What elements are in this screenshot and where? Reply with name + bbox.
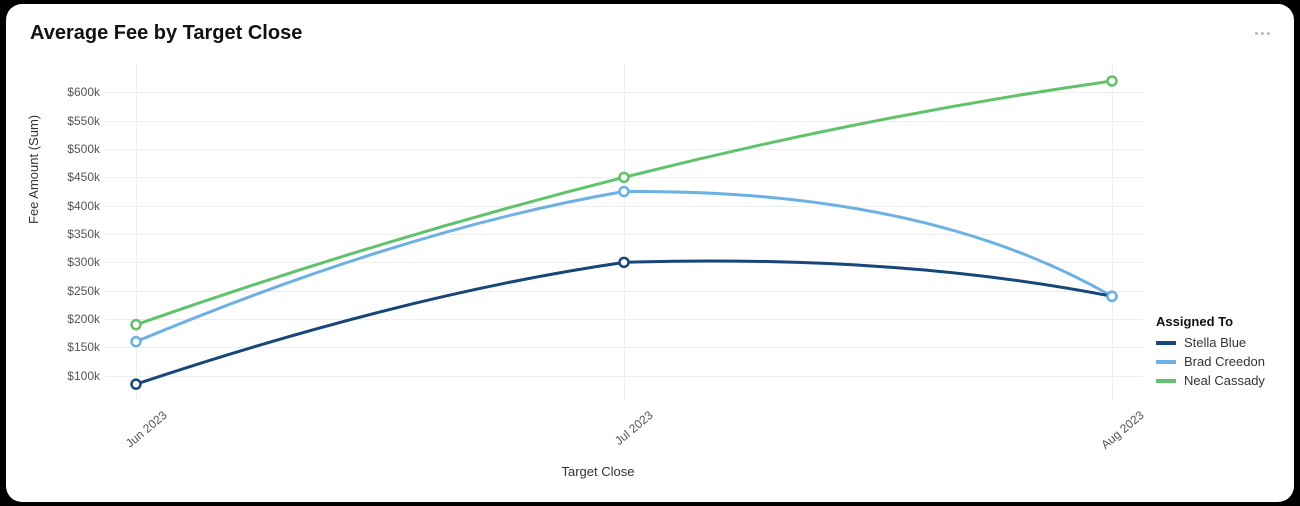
plot-area: Fee Amount (Sum) $100k $150k $200k $250k…: [54, 64, 1142, 424]
y-axis-label: Fee Amount (Sum): [26, 115, 41, 224]
legend-title: Assigned To: [1156, 314, 1265, 329]
data-point[interactable]: [620, 258, 629, 267]
legend-label: Stella Blue: [1184, 335, 1246, 350]
data-point[interactable]: [1108, 292, 1117, 301]
legend-item-brad-creedon[interactable]: Brad Creedon: [1156, 354, 1265, 369]
chart-title: Average Fee by Target Close: [30, 22, 302, 45]
y-tick: $150k: [58, 340, 100, 354]
y-tick: $600k: [58, 85, 100, 99]
x-tick: Aug 2023: [1098, 408, 1146, 452]
series-line-neal-cassady[interactable]: [136, 81, 1112, 325]
x-axis-label: Target Close: [54, 464, 1142, 479]
data-point[interactable]: [132, 320, 141, 329]
y-tick: $450k: [58, 170, 100, 184]
y-tick: $550k: [58, 114, 100, 128]
y-tick: $100k: [58, 369, 100, 383]
legend: Assigned To Stella Blue Brad Creedon Nea…: [1156, 314, 1265, 392]
data-point[interactable]: [620, 187, 629, 196]
data-point[interactable]: [1108, 77, 1117, 86]
y-tick: $350k: [58, 227, 100, 241]
legend-swatch: [1156, 360, 1176, 364]
data-point[interactable]: [132, 337, 141, 346]
legend-swatch: [1156, 379, 1176, 383]
y-tick: $300k: [58, 255, 100, 269]
data-point[interactable]: [620, 173, 629, 182]
x-tick: Jun 2023: [123, 408, 170, 450]
legend-swatch: [1156, 341, 1176, 345]
chart-card: Average Fee by Target Close Fee Amount (…: [6, 4, 1294, 502]
y-tick: $200k: [58, 312, 100, 326]
y-tick: $400k: [58, 199, 100, 213]
x-tick: Jul 2023: [612, 408, 656, 448]
line-chart-svg: [106, 64, 1142, 404]
legend-label: Neal Cassady: [1184, 373, 1265, 388]
legend-item-stella-blue[interactable]: Stella Blue: [1156, 335, 1265, 350]
y-tick: $250k: [58, 284, 100, 298]
y-tick: $500k: [58, 142, 100, 156]
legend-label: Brad Creedon: [1184, 354, 1265, 369]
series-line-stella-blue[interactable]: [136, 261, 1112, 384]
data-point[interactable]: [132, 380, 141, 389]
legend-item-neal-cassady[interactable]: Neal Cassady: [1156, 373, 1265, 388]
chart-menu-button[interactable]: [1252, 26, 1272, 40]
